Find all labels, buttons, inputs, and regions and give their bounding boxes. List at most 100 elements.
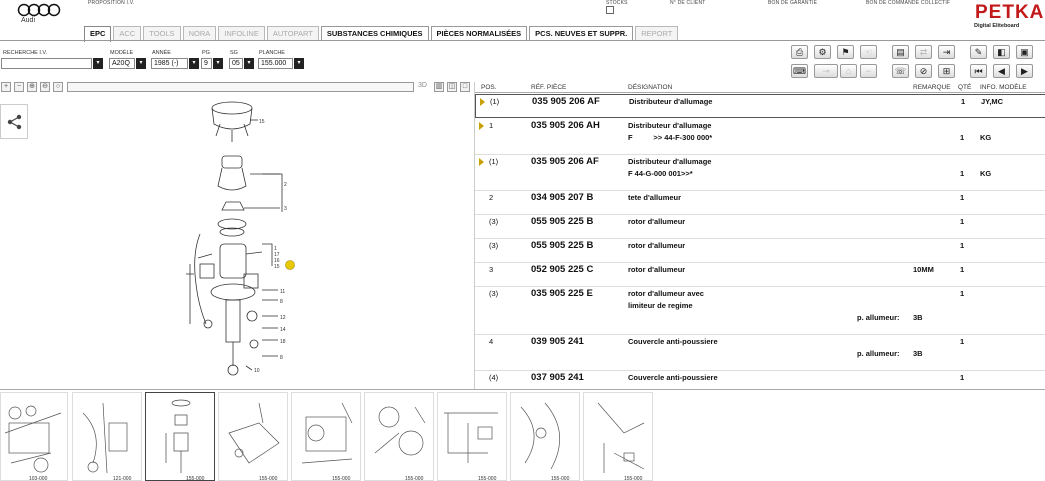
tab-infoline[interactable]: INFOLINE	[218, 26, 265, 41]
home-icon[interactable]: ⌂	[840, 64, 857, 78]
svg-text:3: 3	[284, 206, 287, 212]
tab-standard-parts[interactable]: PIÈCES NORMALISÉES	[430, 26, 528, 41]
model-select[interactable]: A20Q	[109, 58, 135, 69]
vin-search-input[interactable]	[1, 58, 92, 69]
first-page-icon[interactable]: ⏮	[970, 64, 987, 78]
single-view-icon[interactable]: ◫	[447, 82, 457, 92]
zoom-fit-icon[interactable]: ⊕	[27, 82, 37, 92]
row-designation: rotor d'allumeur	[628, 265, 686, 274]
view-3d-button[interactable]: 3D	[418, 82, 427, 89]
petka-logo: PETKA	[975, 2, 1045, 23]
row-expand-icon[interactable]	[479, 158, 484, 166]
thumbnail-plate[interactable]: 155-000	[218, 392, 288, 481]
tab-tools[interactable]: TOOLS	[143, 26, 181, 41]
table-row[interactable]: 2 034 905 207 B tete d'allumeur 1	[475, 191, 1045, 215]
share-button[interactable]	[0, 104, 28, 139]
elsa-icon[interactable]: ▤	[892, 45, 909, 59]
svg-text:10: 10	[254, 368, 260, 374]
svg-text:8: 8	[280, 299, 283, 305]
table-row[interactable]: (4) 037 905 241 Couvercle anti-poussiere…	[475, 371, 1045, 389]
basket-search-icon[interactable]: ⚙	[814, 45, 831, 59]
next-page-icon[interactable]: ▶	[1016, 64, 1033, 78]
thumbnail-plate[interactable]: 121-000	[72, 392, 142, 481]
thumbnail-plate[interactable]: 155-000	[364, 392, 434, 481]
tab-chemical-substances[interactable]: SUBSTANCES CHIMIQUES	[320, 26, 429, 41]
table-row[interactable]: (3) 055 905 225 B rotor d'allumeur 1	[475, 215, 1045, 239]
pg-select[interactable]: 9	[201, 58, 212, 69]
sg-label: SG	[230, 50, 238, 56]
tab-acc[interactable]: ACC	[113, 26, 142, 41]
thumbnail-plate[interactable]: 155-000	[583, 392, 653, 481]
split-view-icon[interactable]: ▥	[434, 82, 444, 92]
tab-nora[interactable]: NORA	[182, 26, 217, 41]
pg-dropdown-button[interactable]: ▾	[213, 58, 223, 69]
horizontal-scrollbar[interactable]	[67, 82, 414, 92]
header-designation: DÉSIGNATION	[628, 84, 673, 91]
cart-remove-icon[interactable]: ⊘	[915, 64, 932, 78]
expand-icon[interactable]: ◧	[993, 45, 1010, 59]
thumbnail-plate[interactable]: 155-000	[510, 392, 580, 481]
key-icon[interactable]: ⊸	[814, 64, 838, 78]
alternator-thumbnail: 155-000	[301, 402, 353, 480]
year-dropdown-button[interactable]: ▾	[189, 58, 199, 69]
row-ref: 035 905 206 AF	[531, 156, 599, 167]
shopping-cart-icon[interactable]: ⊞	[938, 64, 955, 78]
bracket-thumbnail: 155-000	[228, 402, 280, 480]
tab-report[interactable]: REPORT	[635, 26, 679, 41]
keyboard-icon[interactable]: ⌨	[791, 64, 808, 78]
table-row[interactable]: (1) 035 905 206 AF Distributeur d'alluma…	[475, 155, 1045, 191]
phone-icon[interactable]: ☏	[892, 64, 909, 78]
thumbnail-plate[interactable]: 155-000	[437, 392, 507, 481]
fuel-system-thumbnail: 121-000	[82, 402, 132, 480]
thumbnail-caption: 155-000	[478, 476, 497, 481]
sg-dropdown-button[interactable]: ▾	[244, 58, 254, 69]
zoom-out-icon[interactable]: −	[14, 82, 24, 92]
row-expand-icon[interactable]	[480, 98, 485, 106]
previous-page-icon[interactable]: ◀	[993, 64, 1010, 78]
table-row[interactable]: (3) 035 905 225 E rotor d'allumeur avec …	[475, 287, 1045, 335]
table-row[interactable]: 4 039 905 241 Couvercle anti-poussiere 1…	[475, 335, 1045, 371]
tab-divider	[0, 40, 1045, 41]
row-expand-icon[interactable]	[479, 122, 484, 130]
thumbnail-plate[interactable]: 103-000	[0, 392, 68, 481]
row-pos: 3	[489, 265, 494, 274]
minus-icon[interactable]: −	[860, 64, 877, 78]
table-row[interactable]: (3) 055 905 225 B rotor d'allumeur 1	[475, 239, 1045, 263]
table-row[interactable]: 3 052 905 225 C rotor d'allumeur 10MM 1	[475, 263, 1045, 287]
row-qty: 1	[961, 97, 966, 106]
model-dropdown-button[interactable]: ▾	[136, 58, 146, 69]
sensor-thumbnail: 155-000	[520, 402, 570, 480]
zoom-in-icon[interactable]: +	[1, 82, 11, 92]
starter-thumbnail: 155-000	[374, 406, 426, 480]
magnifier-icon[interactable]: ○	[53, 82, 63, 92]
row-ref: 055 905 225 B	[531, 240, 594, 251]
cart-add-icon[interactable]: ⇥	[938, 45, 955, 59]
zoom-reset-icon[interactable]: ⊖	[40, 82, 50, 92]
car-icon[interactable]: ⚑	[837, 45, 854, 59]
table-row[interactable]: 1 035 905 206 AH Distributeur d'allumage…	[475, 119, 1045, 155]
tab-new-deleted-parts[interactable]: PCS. NEUVES ET SUPPR.	[529, 26, 634, 41]
vin-dropdown-button[interactable]: ▾	[93, 58, 103, 69]
exploded-diagram[interactable]: 15 2 3 1 17 16 15 11 8 12 14 18 8 10	[0, 94, 474, 389]
row-pos: 2	[489, 193, 494, 202]
table-row[interactable]: (1) 035 905 206 AF Distributeur d'alluma…	[475, 94, 1045, 118]
thumbnail-plate[interactable]: 155-000	[291, 392, 361, 481]
print-icon[interactable]: ⎙	[791, 45, 808, 59]
thumbnail-plate-active[interactable]: 155-000	[145, 392, 215, 481]
plate-dropdown-button[interactable]: ▾	[294, 58, 304, 69]
layout-icon[interactable]: ▣	[1016, 45, 1033, 59]
year-select[interactable]: 1985 (-)	[151, 58, 188, 69]
svg-text:15: 15	[274, 264, 280, 270]
plate-select[interactable]: 155.000	[258, 58, 293, 69]
callout-marker[interactable]	[285, 260, 295, 270]
pin-icon[interactable]: ✎	[970, 45, 987, 59]
tab-autopart[interactable]: AUTOPART	[266, 26, 319, 41]
handshake-icon[interactable]: ☜	[860, 45, 877, 59]
stocks-checkbox[interactable]	[606, 6, 614, 14]
distributor-diagram: 15 2 3 1 17 16 15 11 8 12 14 18 8 10	[186, 101, 295, 376]
transfer-icon[interactable]: ⇄	[915, 45, 932, 59]
model-label: MODÈLE	[110, 50, 134, 56]
window-icon[interactable]: □	[460, 82, 470, 92]
sg-select[interactable]: 05	[229, 58, 243, 69]
row-ref: 035 905 225 E	[531, 288, 593, 299]
